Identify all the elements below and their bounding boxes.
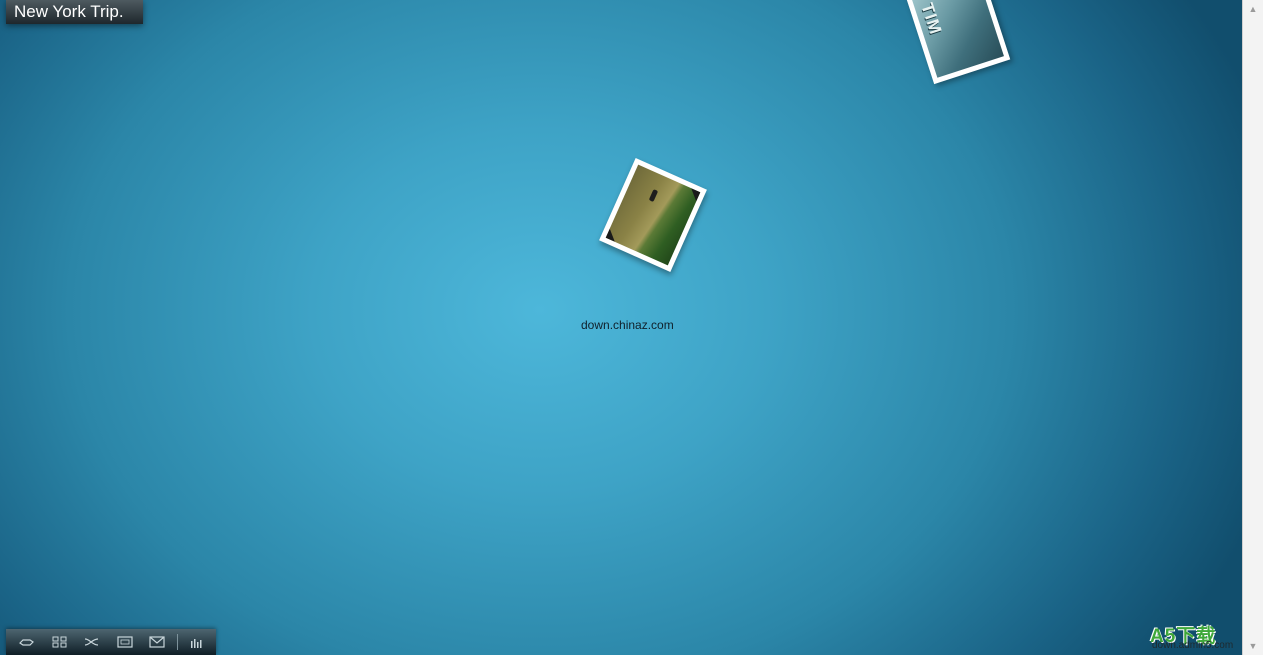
photo-corner [605,228,619,242]
vertical-scrollbar[interactable]: ▲ ▼ [1242,0,1263,655]
toolbar-divider [176,634,178,650]
watermark-url: down.admin5.com [1152,640,1234,651]
hand-icon[interactable] [14,631,41,653]
park-image [605,164,701,266]
equalizer-icon[interactable] [183,631,210,653]
mail-icon[interactable] [144,631,171,653]
gallery-toolbar [6,629,216,655]
shuffle-icon[interactable] [79,631,106,653]
park-photo[interactable] [599,158,707,272]
person-figure [649,189,659,203]
times-sign-image: TIM [912,0,1004,78]
photo-caption: down.chinaz.com [581,318,674,332]
grid-icon[interactable] [47,631,74,653]
scroll-down-icon[interactable]: ▼ [1246,639,1260,653]
times-sign-photo[interactable]: TIM [905,0,1011,85]
photo-sign-text: TIM [917,0,946,38]
gallery-stage: New York Trip. TIM down.chinaz.com [0,0,1242,655]
fullscreen-icon[interactable] [112,631,139,653]
album-title: New York Trip. [6,0,143,24]
photo-corner [687,188,701,202]
scroll-up-icon[interactable]: ▲ [1246,2,1260,16]
